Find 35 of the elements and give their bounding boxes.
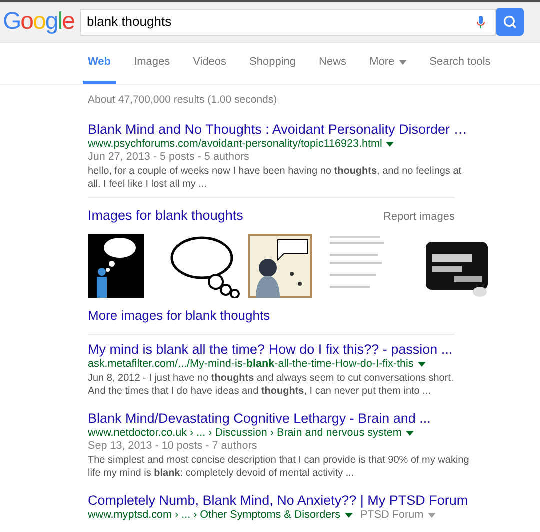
result-source: PTSD Forum <box>360 508 424 522</box>
search-icon <box>503 15 517 29</box>
caret-icon[interactable] <box>406 430 414 436</box>
caret-icon[interactable] <box>386 142 394 147</box>
nav-tab[interactable]: Images <box>129 43 176 84</box>
result-snippet: hello, for a couple of weeks now I have been having no thoughts, and no feelings at all. I feel like I lost all my ... <box>88 164 463 191</box>
result-title[interactable]: Blank Mind and No Thoughts : Avoidant Personality Disorder … <box>88 120 468 138</box>
search-field[interactable]: blank thoughts <box>80 8 496 36</box>
result-url: www.psychforums.com/avoidant-personality/topic116923.html <box>88 138 382 151</box>
result-snippet: The simplest and most concise description that I can provide is that 90% of my waking life my mind is blank: completely devoid of mental activity ... <box>88 454 470 480</box>
result-url: www.myptsd.com › ... › Other Symptoms & Disorders <box>88 508 341 522</box>
result-url: ask.metafilter.com/.../My-mind-is-blank-all-the-time-How-do-I-fix-this <box>88 358 414 370</box>
nav-tab[interactable]: Shopping <box>244 43 302 84</box>
result-snippet: Jun 8, 2012 - I just have no thoughts and always seem to cut conversations short. And the times that I do have ideas and thoughts, I can never put them into ... <box>88 372 455 398</box>
result-title[interactable]: My mind is blank all the time? How do I fix this?? - passion ... <box>88 340 453 358</box>
more-images-link[interactable]: More images for blank thoughts <box>88 306 270 326</box>
result-meta: Sep 13, 2013 - 10 posts - 7 authors <box>88 440 258 452</box>
nav-tab[interactable]: More <box>364 43 412 84</box>
microphone-icon[interactable] <box>477 16 485 28</box>
result-meta: Jun 27, 2013 - 5 posts - 5 authors <box>88 150 250 164</box>
result-url: www.netdoctor.co.uk › ... › Discussion › Brain and nervous system <box>88 426 402 440</box>
report-link[interactable]: Report images <box>383 208 455 226</box>
nav-tab[interactable]: News <box>314 43 352 84</box>
result-stats: About 47,700,000 results (1.00 seconds) <box>88 93 278 108</box>
result-title[interactable]: Blank Mind/Devastating Cognitive Lethargy - Brain and ... <box>88 410 431 426</box>
result-title[interactable]: Completely Numb, Blank Mind, No Anxiety?? | My PTSD Forum <box>88 492 468 508</box>
caret-icon[interactable] <box>344 512 353 518</box>
nav-tab[interactable]: Videos <box>188 43 232 84</box>
images-heading[interactable]: Images for blank thoughts <box>88 206 244 226</box>
nav-tab[interactable]: Web <box>83 43 116 84</box>
caret-icon[interactable] <box>398 60 407 64</box>
search-button[interactable] <box>496 8 524 36</box>
logo[interactable]: Google <box>3 4 80 40</box>
caret-icon[interactable] <box>418 362 426 366</box>
nav-tab[interactable]: Search tools <box>424 43 496 84</box>
